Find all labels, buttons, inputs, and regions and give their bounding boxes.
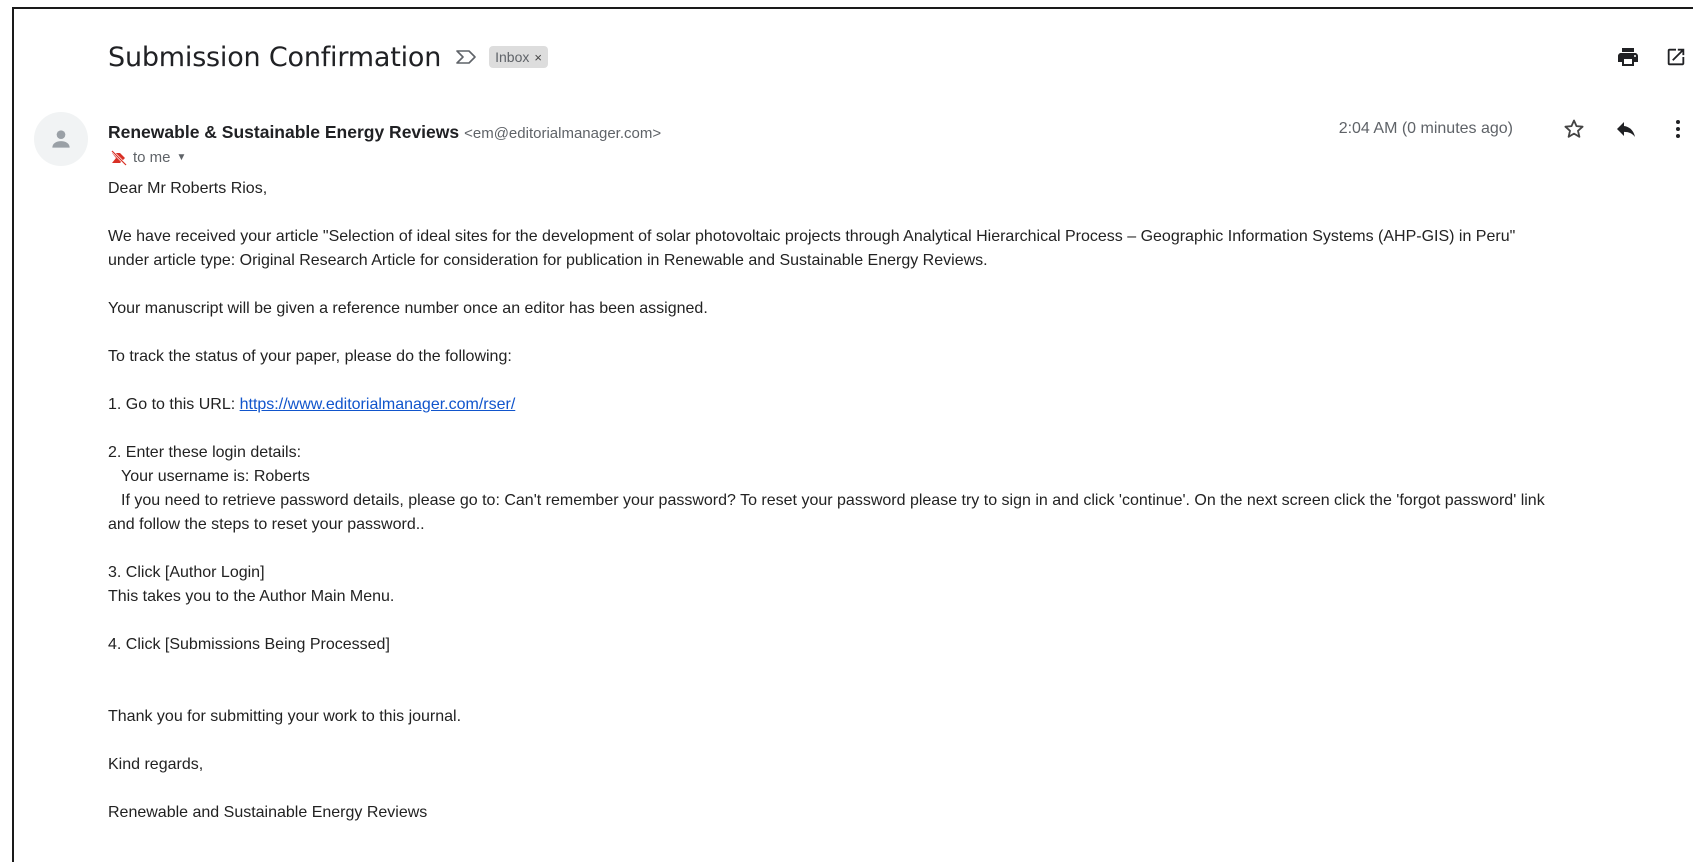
body-paragraph-3: To track the status of your paper, pleas… xyxy=(108,348,512,365)
reply-icon[interactable] xyxy=(1611,114,1641,144)
step-1-text: 1. Go to this URL: xyxy=(108,396,240,413)
sender-line: Renewable & Sustainable Energy Reviews <… xyxy=(108,122,661,143)
email-view: Submission Confirmation Inbox × Renewabl… xyxy=(12,7,1693,862)
not-important-icon[interactable] xyxy=(110,149,128,166)
label-chip-text: Inbox xyxy=(495,49,530,65)
print-icon[interactable] xyxy=(1615,44,1641,70)
step-2-password-line-2: and follow the steps to reset your passw… xyxy=(108,516,425,533)
subject-row: Submission Confirmation Inbox × xyxy=(108,39,548,75)
person-avatar-icon xyxy=(52,130,70,148)
step-2-username: Your username is: Roberts xyxy=(121,468,310,485)
step-3: 3. Click [Author Login] xyxy=(108,564,265,581)
greeting: Dear Mr Roberts Rios, xyxy=(108,180,268,197)
top-actions xyxy=(1615,44,1689,70)
importance-marker-icon[interactable] xyxy=(455,47,479,67)
open-in-new-window-icon[interactable] xyxy=(1663,44,1689,70)
star-icon[interactable] xyxy=(1559,114,1589,144)
body-paragraph-1-line-1: We have received your article "Selection… xyxy=(108,228,1516,245)
message-meta: 2:04 AM (0 minutes ago) xyxy=(1339,114,1693,144)
email-subject: Submission Confirmation xyxy=(108,41,442,73)
editorial-manager-link[interactable]: https://www.editorialmanager.com/rser/ xyxy=(240,396,516,413)
step-2: 2. Enter these login details: xyxy=(108,444,302,461)
sender-name[interactable]: Renewable & Sustainable Energy Reviews xyxy=(108,122,459,143)
more-options-icon[interactable] xyxy=(1663,114,1693,144)
recipient-line[interactable]: to me ▼ xyxy=(110,149,186,166)
recipient-text: to me xyxy=(133,149,171,166)
step-2-password-line-1: If you need to retrieve password details… xyxy=(121,492,1545,509)
sender-email: <em@editorialmanager.com> xyxy=(464,125,662,142)
label-chip-inbox[interactable]: Inbox × xyxy=(489,46,548,68)
regards: Kind regards, xyxy=(108,756,204,773)
step-1: 1. Go to this URL: https://www.editorial… xyxy=(108,393,1693,417)
caret-down-icon[interactable]: ▼ xyxy=(177,152,187,163)
avatar xyxy=(34,112,88,166)
timestamp: 2:04 AM (0 minutes ago) xyxy=(1338,120,1513,137)
body-paragraph-1-line-2: under article type: Original Research Ar… xyxy=(108,252,988,269)
body-paragraph-2: Your manuscript will be given a referenc… xyxy=(108,300,708,317)
thanks: Thank you for submitting your work to th… xyxy=(108,708,462,725)
step-4: 4. Click [Submissions Being Processed] xyxy=(108,636,390,653)
email-body: Dear Mr Roberts Rios, We have received y… xyxy=(108,177,1693,825)
label-remove-button[interactable]: × xyxy=(534,50,542,65)
step-3-description: This takes you to the Author Main Menu. xyxy=(108,588,395,605)
signature: Renewable and Sustainable Energy Reviews xyxy=(108,804,428,821)
